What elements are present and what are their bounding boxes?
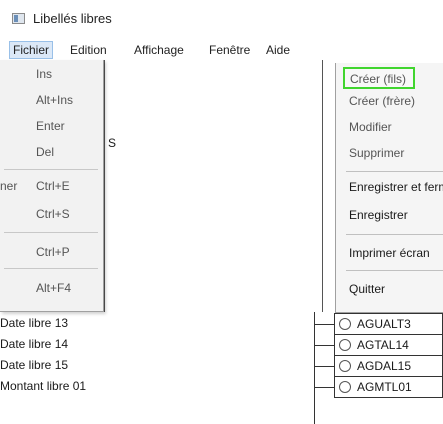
shortcut-key: Ins: [36, 67, 53, 81]
shortcut-row[interactable]: Ctrl+P: [0, 240, 100, 264]
menu-separator: [4, 232, 98, 233]
menu-item-supprimer[interactable]: Supprimer: [349, 143, 443, 163]
menu-edition[interactable]: Edition: [70, 43, 107, 57]
menu-affichage[interactable]: Affichage: [134, 43, 184, 57]
shortcut-key: Del: [36, 145, 55, 159]
app-window-icon: [12, 13, 25, 24]
menu-fenetre[interactable]: Fenêtre: [209, 43, 250, 57]
tree-guide-line: [104, 60, 105, 312]
shortcut-row[interactable]: Alt+Ins: [0, 88, 100, 112]
shortcut-row[interactable]: Ins: [0, 62, 100, 86]
list-item[interactable]: Date libre 13: [0, 313, 68, 333]
menu-separator: [4, 268, 98, 269]
tree-node[interactable]: AGTAL14: [334, 334, 443, 356]
menu-separator: [346, 171, 443, 172]
shortcut-key: Ctrl+E: [36, 179, 70, 193]
menu-separator: [346, 270, 443, 271]
truncated-label: ner: [0, 179, 18, 193]
tree-connector: [314, 324, 336, 325]
menu-separator: [4, 169, 98, 170]
menu-item-creer-fils[interactable]: Créer (fils): [343, 67, 415, 89]
title-bar: Libellés libres: [0, 0, 443, 40]
context-menu-panel: Créer (fils) Créer (frère) Modifier Supp…: [335, 63, 443, 313]
shortcut-key: Enter: [36, 119, 65, 133]
menu-item-enregistrer[interactable]: Enregistrer: [349, 205, 443, 225]
shortcut-key: Ctrl+S: [36, 207, 70, 221]
tree-node[interactable]: AGUALT3: [334, 313, 443, 335]
menu-item-modifier[interactable]: Modifier: [349, 117, 443, 137]
list-item[interactable]: Date libre 14: [0, 334, 68, 354]
node-icon: [339, 339, 351, 351]
tree-node-label: AGMTL01: [357, 380, 412, 394]
shortcut-key: Ctrl+P: [36, 245, 70, 259]
menu-item-creer-frere[interactable]: Créer (frère): [349, 91, 443, 111]
tree-node-label: AGDAL15: [357, 359, 412, 373]
shortcut-row[interactable]: ner Ctrl+E: [0, 174, 100, 198]
menu-aide[interactable]: Aide: [266, 43, 290, 57]
tree-connector: [314, 345, 336, 346]
tree-guide-line: [322, 60, 323, 312]
menu-item-enregistrer-fermer[interactable]: Enregistrer et fermer: [349, 177, 443, 197]
node-icon: [339, 360, 351, 372]
tree-node[interactable]: AGDAL15: [334, 355, 443, 377]
shortcut-row[interactable]: Ctrl+S: [0, 202, 100, 226]
node-icon: [339, 381, 351, 393]
shortcut-row[interactable]: Enter: [0, 114, 100, 138]
shortcut-row[interactable]: Del: [0, 140, 100, 164]
shortcut-key: Alt+F4: [36, 281, 72, 295]
menu-item-imprimer-ecran[interactable]: Imprimer écran: [349, 243, 443, 263]
menu-fichier[interactable]: Fichier: [8, 41, 54, 59]
tree-node-label: AGTAL14: [357, 338, 409, 352]
tree-node[interactable]: AGMTL01: [334, 376, 443, 398]
shortcut-row[interactable]: Alt+F4: [0, 276, 100, 300]
tree-connector: [314, 387, 336, 388]
menu-bar: Fichier Edition Affichage Fenêtre Aide: [0, 40, 443, 60]
list-item[interactable]: Montant libre 01: [0, 376, 86, 396]
shortcut-menu-panel: Ins Alt+Ins Enter Del ner Ctrl+E Ctrl+S …: [0, 60, 104, 312]
shortcut-key: Alt+Ins: [36, 93, 74, 107]
window-title: Libellés libres: [33, 11, 112, 26]
truncated-text: S: [108, 136, 117, 150]
menu-separator: [346, 234, 443, 235]
tree-connector: [314, 366, 336, 367]
node-icon: [339, 318, 351, 330]
list-item[interactable]: Date libre 15: [0, 355, 68, 375]
tree-connector: [314, 312, 315, 424]
tree-node-label: AGUALT3: [357, 317, 411, 331]
menu-item-quitter[interactable]: Quitter: [349, 279, 443, 299]
